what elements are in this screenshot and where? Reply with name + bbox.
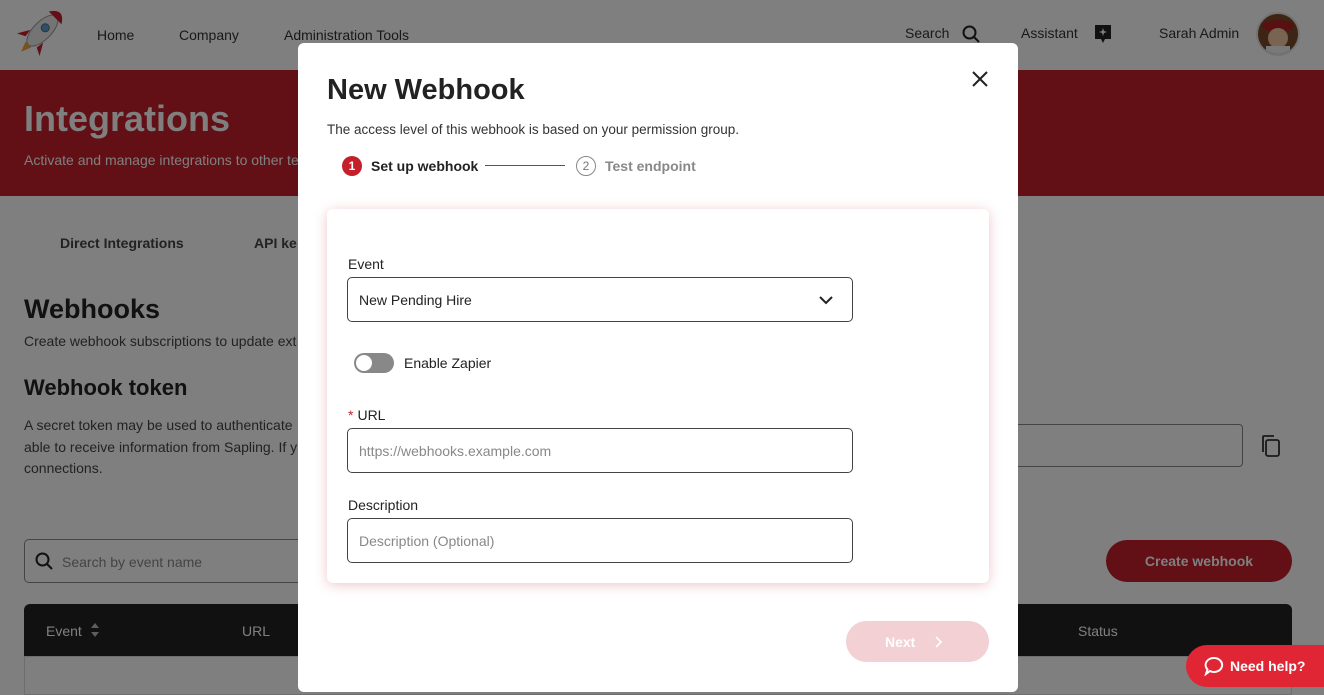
required-marker: * (348, 407, 354, 423)
url-placeholder: https://webhooks.example.com (359, 443, 552, 459)
description-label: Description (348, 497, 419, 513)
event-label: Event (348, 256, 384, 272)
url-label-text: URL (357, 407, 386, 423)
step-connector (485, 165, 565, 166)
url-label: * URL (348, 407, 385, 423)
zapier-toggle[interactable] (354, 353, 394, 373)
toggle-knob (356, 355, 372, 371)
zapier-toggle-label: Enable Zapier (404, 355, 492, 371)
chevron-right-icon (933, 635, 943, 652)
description-input[interactable]: Description (Optional) (347, 518, 853, 563)
modal-title: New Webhook (327, 74, 525, 106)
webhook-form-card: Event New Pending Hire Enable Zapier * UR… (327, 209, 989, 583)
modal-subtitle: The access level of this webhook is base… (327, 122, 739, 137)
new-webhook-modal: New Webhook The access level of this web… (298, 43, 1018, 692)
step-1-number: 1 (342, 156, 362, 176)
step-1-label: Set up webhook (371, 158, 479, 174)
chevron-down-icon (818, 292, 834, 313)
step-2-label: Test endpoint (605, 158, 696, 174)
next-button-label: Next (885, 634, 916, 650)
event-select-value: New Pending Hire (359, 292, 472, 308)
step-2-number: 2 (576, 156, 596, 176)
need-help-label: Need help? (1230, 658, 1306, 674)
url-input[interactable]: https://webhooks.example.com (347, 428, 853, 473)
next-button[interactable]: Next (846, 621, 989, 662)
event-select[interactable]: New Pending Hire (347, 277, 853, 322)
need-help-button[interactable]: Need help? (1186, 645, 1324, 687)
chat-icon (1204, 656, 1224, 679)
close-icon[interactable] (970, 69, 990, 89)
description-placeholder: Description (Optional) (359, 533, 495, 549)
